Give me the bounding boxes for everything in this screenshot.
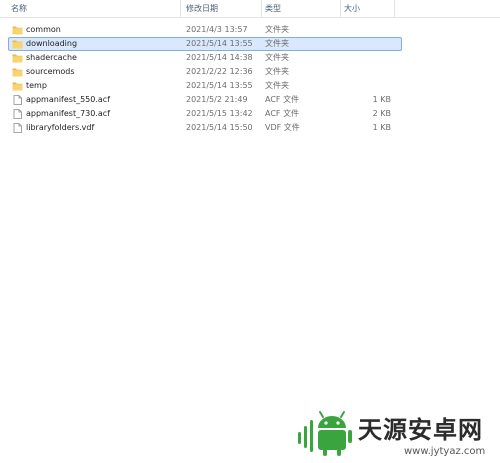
file-date: 2021/4/3 13:57 (186, 25, 248, 34)
file-type: 文件夹 (265, 25, 289, 34)
column-header-size[interactable]: 大小 (341, 0, 395, 17)
file-row[interactable]: libraryfolders.vdf 2021/5/14 15:50 VDF 文件 1… (8, 121, 402, 135)
column-divider[interactable] (394, 0, 395, 17)
file-name: temp (26, 81, 47, 90)
file-type: 文件夹 (265, 81, 289, 90)
column-header-row: 名称 修改日期 类型 大小 (0, 0, 500, 18)
file-type: 文件夹 (265, 39, 289, 48)
watermark: 天源安卓网 www.jytyaz.com (296, 404, 496, 460)
file-date: 2021/5/15 13:42 (186, 109, 253, 118)
file-name: downloading (26, 39, 78, 48)
file-type: 文件夹 (265, 53, 289, 62)
file-date: 2021/5/14 13:55 (186, 81, 253, 90)
file-type: 文件夹 (265, 67, 289, 76)
file-date: 2021/5/14 14:38 (186, 53, 253, 62)
file-size: 1 KB (372, 123, 391, 132)
file-date: 2021/5/2 21:49 (186, 95, 248, 104)
file-explorer: 名称 修改日期 类型 大小 common 2021/4/3 13:57 文件夹 dow… (0, 0, 500, 463)
file-date: 2021/5/14 13:55 (186, 39, 253, 48)
file-size (371, 80, 391, 92)
file-type: VDF 文件 (265, 123, 300, 132)
watermark-url: www.jytyaz.com (404, 446, 486, 457)
file-icon (12, 123, 23, 133)
file-row[interactable]: appmanifest_550.acf 2021/5/2 21:49 ACF 文件 1… (8, 93, 402, 107)
file-type: ACF 文件 (265, 109, 300, 118)
file-row[interactable]: appmanifest_730.acf 2021/5/15 13:42 ACF 文件… (8, 107, 402, 121)
file-row[interactable]: shadercache 2021/5/14 14:38 文件夹 (8, 51, 402, 65)
file-size: 2 KB (372, 109, 391, 118)
folder-icon (12, 39, 23, 49)
file-list: common 2021/4/3 13:57 文件夹 downloading 2021/5… (0, 23, 500, 135)
folder-icon (12, 81, 23, 91)
file-size (371, 24, 391, 36)
file-name: libraryfolders.vdf (26, 123, 95, 132)
folder-icon (12, 25, 23, 35)
folder-icon (12, 67, 23, 77)
column-header-name[interactable]: 名称 (0, 0, 181, 17)
file-type: ACF 文件 (265, 95, 300, 104)
file-name: common (26, 25, 61, 34)
file-name: shadercache (26, 53, 77, 62)
file-icon (12, 109, 23, 119)
file-row[interactable]: temp 2021/5/14 13:55 文件夹 (8, 79, 402, 93)
file-size (371, 66, 391, 78)
file-size (371, 38, 391, 50)
file-size (371, 52, 391, 64)
file-size: 1 KB (372, 95, 391, 104)
file-name: sourcemods (26, 67, 75, 76)
file-row[interactable]: sourcemods 2021/2/22 12:36 文件夹 (8, 65, 402, 79)
file-date: 2021/2/22 12:36 (186, 67, 253, 76)
file-name: appmanifest_550.acf (26, 95, 111, 104)
file-name: appmanifest_730.acf (26, 109, 111, 118)
folder-icon (12, 53, 23, 63)
column-header-type[interactable]: 类型 (262, 0, 341, 17)
android-logo-icon (296, 408, 356, 458)
file-date: 2021/5/14 15:50 (186, 123, 253, 132)
file-row[interactable]: common 2021/4/3 13:57 文件夹 (8, 23, 402, 37)
file-icon (12, 95, 23, 105)
column-header-date[interactable]: 修改日期 (181, 0, 262, 17)
file-row[interactable]: downloading 2021/5/14 13:55 文件夹 (8, 37, 402, 51)
watermark-title: 天源安卓网 (358, 416, 483, 444)
